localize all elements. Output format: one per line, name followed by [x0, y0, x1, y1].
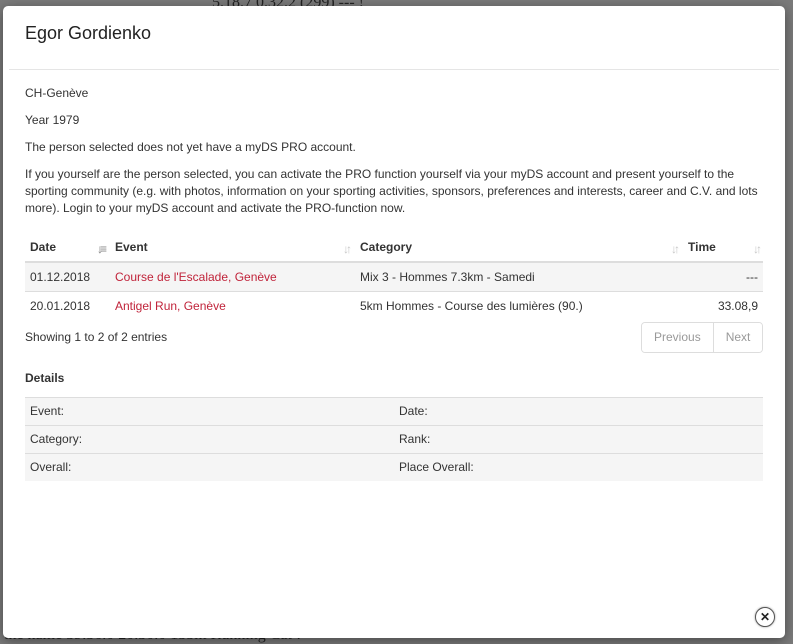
cell-time: --- — [683, 262, 763, 292]
close-button[interactable]: ✕ — [755, 607, 775, 627]
cell-date: 20.01.2018 — [30, 298, 91, 313]
sort-icon: ↓↑ — [671, 242, 680, 256]
details-event-label: Event: — [25, 397, 394, 426]
no-pro-notice: The person selected does not yet have a … — [25, 140, 356, 154]
cell-date: 01.12.2018 — [25, 262, 110, 292]
person-modal: Egor Gordienko CH-Genève Year 1979 The p… — [3, 6, 785, 638]
person-location: CH-Genève — [25, 86, 89, 100]
modal-header: Egor Gordienko — [9, 6, 779, 70]
details-rank-label: Rank: — [394, 425, 763, 454]
column-header-category[interactable]: Category ↓↑ — [355, 234, 683, 263]
details-place-overall-label: Place Overall: — [394, 453, 763, 481]
details-table: Event: Date: Category: Rank: Overall: Pl… — [25, 397, 763, 481]
details-row: Overall: Place Overall: — [25, 453, 763, 481]
table-row: 01.12.2018 Course de l'Escalade, Genève … — [25, 262, 763, 292]
person-year: Year 1979 — [25, 113, 80, 127]
sort-desc-icon: ↓≡ — [96, 242, 107, 256]
column-header-time[interactable]: Time ↓↑ — [683, 234, 763, 263]
event-link[interactable]: Antigel Run, Genève — [115, 299, 226, 313]
cell-event: Course de l'Escalade, Genève — [110, 262, 355, 292]
pro-info-text: If you yourself are the person selected,… — [25, 167, 758, 215]
previous-button[interactable]: Previous — [642, 323, 713, 352]
details-row: Category: Rank: — [25, 425, 763, 454]
details-overall-label: Overall: — [25, 453, 394, 481]
results-header-row: Date ↓≡ Event ↓↑ Category ↓↑ Time ↓↑ — [25, 234, 763, 263]
cell-category: 5km Hommes - Course des lumières (90.) — [360, 298, 583, 313]
column-header-event-label: Event — [115, 240, 148, 254]
column-header-date-label: Date — [30, 240, 57, 254]
details-date-label: Date: — [394, 397, 763, 426]
details-category-label: Category: — [25, 425, 394, 454]
cell-time: 33.08,9 — [717, 298, 758, 313]
column-header-event[interactable]: Event ↓↑ — [110, 234, 355, 263]
column-header-time-label: Time — [688, 240, 716, 254]
table-row: 20.01.2018 Antigel Run, Genève 5km Homme… — [25, 292, 763, 321]
next-button[interactable]: Next — [712, 323, 763, 352]
column-header-date[interactable]: Date ↓≡ — [25, 234, 110, 263]
close-icon: ✕ — [759, 610, 771, 624]
event-link[interactable]: Course de l'Escalade, Genève — [115, 270, 277, 284]
pagination: Previous Next — [641, 322, 764, 353]
entries-info: Showing 1 to 2 of 2 entries — [25, 330, 168, 344]
details-row: Event: Date: — [25, 397, 763, 426]
modal-title: Egor Gordienko — [25, 23, 152, 43]
cell-event: Antigel Run, Genève — [110, 292, 355, 321]
results-table: Date ↓≡ Event ↓↑ Category ↓↑ Time ↓↑ 01.… — [25, 234, 763, 320]
sort-icon: ↓↑ — [753, 242, 762, 256]
sort-icon: ↓↑ — [343, 242, 352, 256]
details-title: Details — [25, 371, 65, 385]
column-header-category-label: Category — [360, 240, 413, 254]
cell-category: Mix 3 - Hommes 7.3km - Samedi — [355, 262, 683, 292]
